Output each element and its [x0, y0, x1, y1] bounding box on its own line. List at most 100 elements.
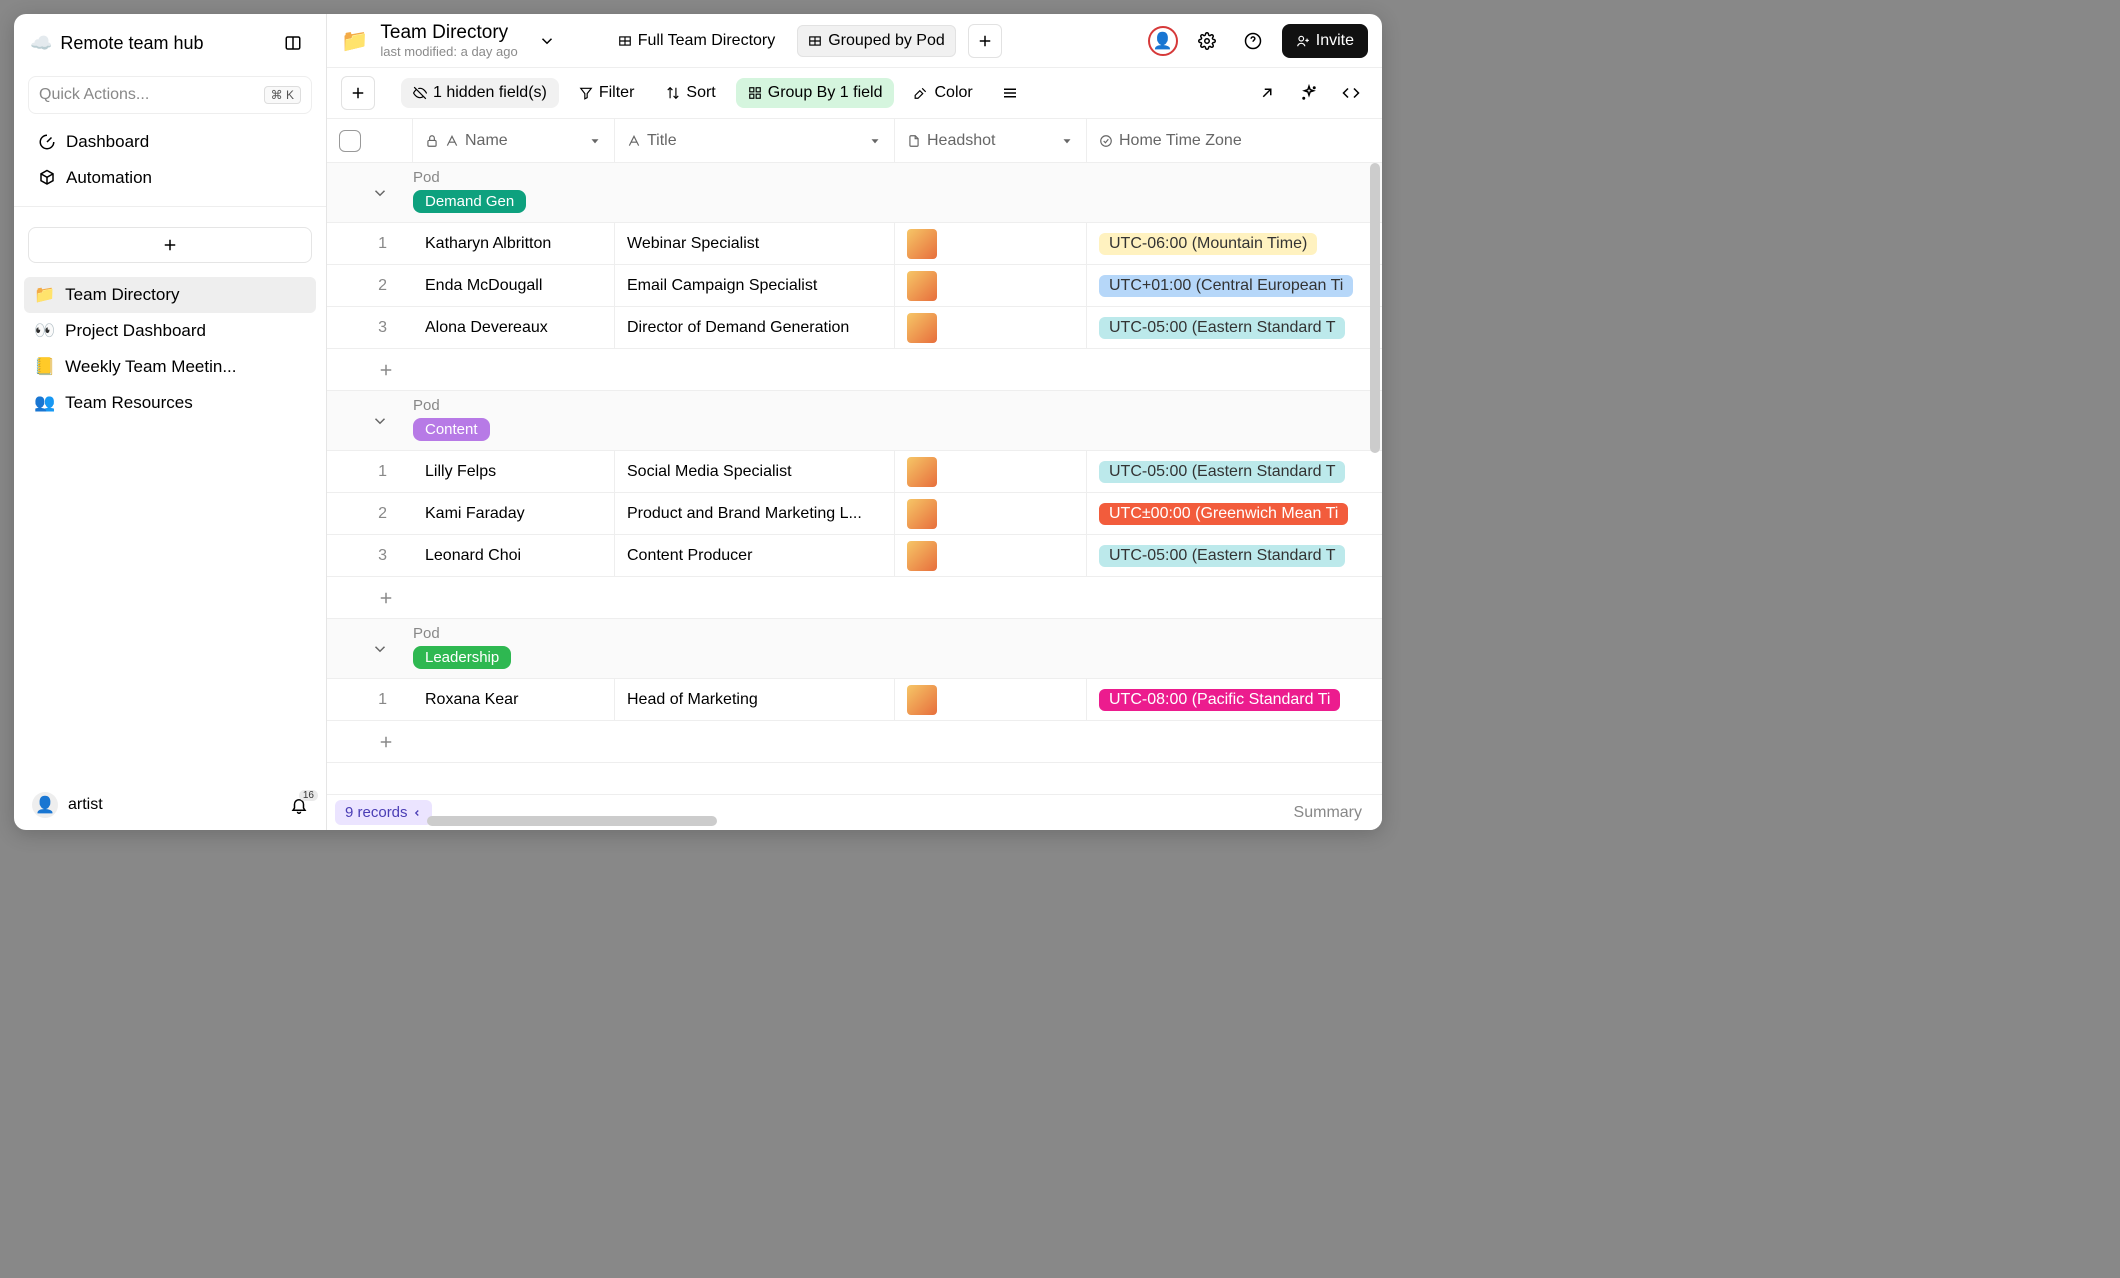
cell-name[interactable]: Roxana Kear: [413, 679, 615, 720]
cell-timezone[interactable]: UTC+01:00 (Central European Ti: [1087, 265, 1382, 306]
cell-title[interactable]: Email Campaign Specialist: [615, 265, 895, 306]
grid-footer: 9 records Summary: [327, 794, 1382, 830]
table-row[interactable]: 2 Enda McDougall Email Campaign Speciali…: [327, 265, 1382, 307]
cell-timezone[interactable]: UTC-05:00 (Eastern Standard T: [1087, 307, 1382, 348]
nav-automation[interactable]: Automation: [28, 160, 312, 196]
group-header[interactable]: Pod Content: [327, 391, 1382, 451]
cell-title[interactable]: Product and Brand Marketing L...: [615, 493, 895, 534]
user-name: artist: [68, 796, 103, 814]
cell-name[interactable]: Leonard Choi: [413, 535, 615, 576]
chevron-down-icon: [371, 412, 389, 430]
add-column-button[interactable]: [341, 76, 375, 110]
settings-button[interactable]: [1190, 24, 1224, 58]
view-label: Grouped by Pod: [828, 32, 945, 50]
horizontal-scrollbar[interactable]: [427, 816, 717, 826]
col-name[interactable]: Name: [413, 119, 615, 162]
help-button[interactable]: [1236, 24, 1270, 58]
cell-headshot[interactable]: [895, 493, 1087, 534]
add-view-button[interactable]: [968, 24, 1002, 58]
expand-button[interactable]: [1250, 76, 1284, 110]
cell-timezone[interactable]: UTC-06:00 (Mountain Time): [1087, 223, 1382, 264]
cell-timezone[interactable]: UTC-05:00 (Eastern Standard T: [1087, 535, 1382, 576]
cell-timezone[interactable]: UTC±00:00 (Greenwich Mean Ti: [1087, 493, 1382, 534]
col-title[interactable]: Title: [615, 119, 895, 162]
group-by-button[interactable]: Group By 1 field: [736, 78, 895, 108]
list-options-button[interactable]: [993, 76, 1027, 110]
records-count[interactable]: 9 records: [335, 800, 432, 825]
search-shortcut: ⌘ K: [264, 86, 301, 104]
doc-project-dashboard[interactable]: 👀 Project Dashboard: [24, 313, 316, 349]
color-button[interactable]: Color: [902, 78, 984, 108]
cell-name[interactable]: Alona Devereaux: [413, 307, 615, 348]
add-row-button[interactable]: [327, 577, 1382, 619]
user-chip[interactable]: 👤 artist: [32, 792, 103, 818]
plus-icon: [161, 236, 179, 254]
add-doc-button[interactable]: [28, 227, 312, 263]
view-full-team[interactable]: Full Team Directory: [608, 26, 786, 56]
table-row[interactable]: 2 Kami Faraday Product and Brand Marketi…: [327, 493, 1382, 535]
workspace-title[interactable]: ☁️ Remote team hub: [30, 33, 204, 54]
nav-dashboard[interactable]: Dashboard: [28, 124, 312, 160]
cell-name[interactable]: Enda McDougall: [413, 265, 615, 306]
table-row[interactable]: 1 Katharyn Albritton Webinar Specialist …: [327, 223, 1382, 265]
cell-title[interactable]: Director of Demand Generation: [615, 307, 895, 348]
row-number: 2: [327, 505, 413, 523]
cell-headshot[interactable]: [895, 265, 1087, 306]
doc-team-directory[interactable]: 📁 Team Directory: [24, 277, 316, 313]
doc-list: 📁 Team Directory 👀 Project Dashboard 📒 W…: [14, 273, 326, 425]
cell-name[interactable]: Katharyn Albritton: [413, 223, 615, 264]
add-row-button[interactable]: [327, 721, 1382, 763]
nav-label: Automation: [66, 168, 152, 188]
sort-icon: [666, 86, 680, 100]
cell-timezone[interactable]: UTC-08:00 (Pacific Standard Ti: [1087, 679, 1382, 720]
presence-avatar[interactable]: 👤: [1148, 26, 1178, 56]
headshot-thumbnail: [907, 541, 937, 571]
doc-weekly-meeting[interactable]: 📒 Weekly Team Meetin...: [24, 349, 316, 385]
eyes-icon: 👀: [34, 321, 55, 341]
pod-pill: Leadership: [413, 646, 511, 669]
notifications-button[interactable]: 16: [290, 796, 308, 814]
cell-title[interactable]: Webinar Specialist: [615, 223, 895, 264]
table-row[interactable]: 1 Roxana Kear Head of Marketing UTC-08:0…: [327, 679, 1382, 721]
col-timezone[interactable]: Home Time Zone: [1087, 119, 1382, 162]
col-headshot[interactable]: Headshot: [895, 119, 1087, 162]
cell-headshot[interactable]: [895, 223, 1087, 264]
folder-icon: 📁: [341, 28, 368, 54]
code-button[interactable]: [1334, 76, 1368, 110]
ai-button[interactable]: [1292, 76, 1326, 110]
table-row[interactable]: 3 Leonard Choi Content Producer UTC-05:0…: [327, 535, 1382, 577]
cell-headshot[interactable]: [895, 679, 1087, 720]
plus-icon: [976, 32, 994, 50]
cell-headshot[interactable]: [895, 451, 1087, 492]
group-header[interactable]: Pod Leadership: [327, 619, 1382, 679]
cell-title[interactable]: Social Media Specialist: [615, 451, 895, 492]
cell-headshot[interactable]: [895, 307, 1087, 348]
invite-button[interactable]: Invite: [1282, 24, 1368, 58]
workspace-name: Remote team hub: [60, 33, 203, 54]
cell-title[interactable]: Head of Marketing: [615, 679, 895, 720]
vertical-scrollbar[interactable]: [1370, 163, 1380, 453]
cell-name[interactable]: Lilly Felps: [413, 451, 615, 492]
doc-title-block[interactable]: Team Directory last modified: a day ago: [380, 22, 517, 59]
doc-team-resources[interactable]: 👥 Team Resources: [24, 385, 316, 421]
cell-title[interactable]: Content Producer: [615, 535, 895, 576]
doc-menu-button[interactable]: [530, 24, 564, 58]
cell-name[interactable]: Kami Faraday: [413, 493, 615, 534]
cell-timezone[interactable]: UTC-05:00 (Eastern Standard T: [1087, 451, 1382, 492]
hidden-fields-button[interactable]: 1 hidden field(s): [401, 78, 559, 108]
quick-actions-search[interactable]: Quick Actions... ⌘ K: [28, 76, 312, 114]
cell-headshot[interactable]: [895, 535, 1087, 576]
view-grouped-by-pod[interactable]: Grouped by Pod: [797, 25, 956, 57]
group-header[interactable]: Pod Demand Gen: [327, 163, 1382, 223]
filter-button[interactable]: Filter: [567, 78, 647, 108]
add-row-button[interactable]: [327, 349, 1382, 391]
row-number: 1: [327, 691, 413, 709]
table-row[interactable]: 1 Lilly Felps Social Media Specialist UT…: [327, 451, 1382, 493]
table-row[interactable]: 3 Alona Devereaux Director of Demand Gen…: [327, 307, 1382, 349]
sort-button[interactable]: Sort: [654, 78, 727, 108]
app-window: ☁️ Remote team hub Quick Actions... ⌘ K …: [14, 14, 1382, 830]
toggle-sidebar-button[interactable]: [276, 26, 310, 60]
check-circle-icon: [1099, 134, 1113, 148]
eye-off-icon: [413, 86, 427, 100]
select-all-cell[interactable]: [327, 119, 413, 162]
